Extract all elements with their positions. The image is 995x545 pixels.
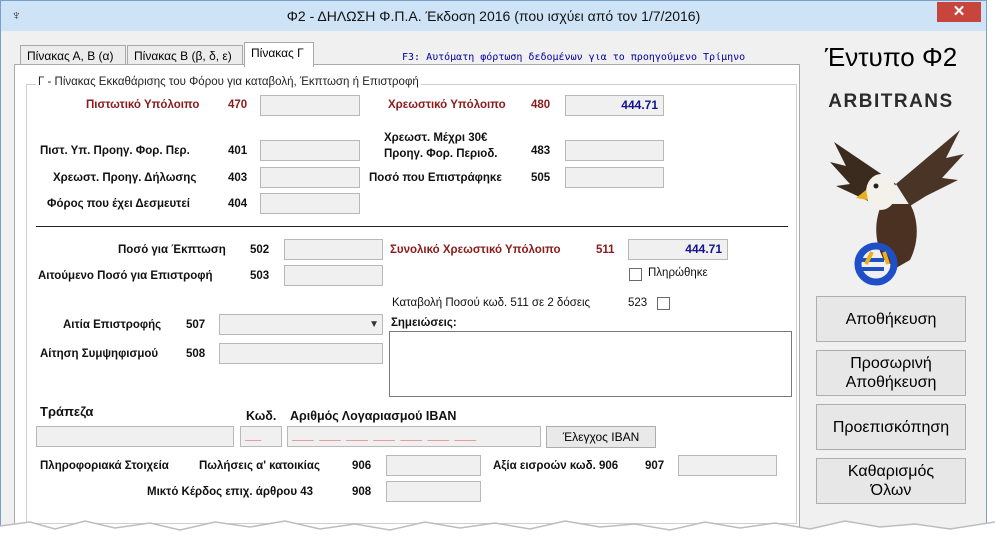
bank-code-label: Κωδ.: [246, 409, 277, 423]
brand-logo-text: ARBITRANS: [828, 91, 954, 112]
preview-button[interactable]: Προεπισκόπηση: [816, 404, 966, 450]
code-404: 404: [228, 198, 248, 210]
info-label: Πληροφοριακά Στοιχεία: [40, 460, 169, 472]
gross-profit-label: Μικτό Κέρδος επιχ. άρθρου 43: [147, 486, 314, 498]
bank-input[interactable]: [36, 426, 234, 447]
temp-save-button[interactable]: Προσωρινή Αποθήκευση: [816, 350, 966, 396]
refunded-label: Ποσό που Επιστράφηκε: [369, 172, 502, 184]
field-502[interactable]: [284, 239, 383, 260]
clear-all-button[interactable]: Καθαρισμός Όλων: [816, 458, 966, 504]
code-480: 480: [531, 99, 551, 111]
close-button[interactable]: ✕: [937, 2, 981, 22]
field-483[interactable]: [565, 140, 664, 161]
field-404[interactable]: [260, 193, 360, 214]
iban-input[interactable]: ____ ____ ____ ____ ____ ____ ____: [287, 426, 541, 447]
debit-balance-label: Χρεωστικό Υπόλοιπο: [388, 99, 506, 111]
code-507: 507: [186, 319, 206, 331]
refund-request-label: Αιτούμενο Ποσό για Επιστροφή: [38, 270, 213, 282]
field-505[interactable]: [565, 167, 664, 188]
bank-label: Τράπεζα: [40, 404, 94, 419]
code-505: 505: [531, 172, 551, 184]
field-906[interactable]: [386, 455, 481, 476]
reserved-tax-label: Φόρος που έχει Δεσμευτεί: [47, 198, 190, 210]
code-502: 502: [250, 244, 270, 256]
check-iban-button[interactable]: Έλεγχος IBAN: [546, 426, 656, 448]
tab-table-c[interactable]: Πίνακας Γ: [244, 42, 314, 67]
offset-request-label: Αίτηση Συμψηφισμού: [40, 348, 159, 360]
code-907: 907: [645, 460, 665, 472]
refund-reason-label: Αιτία Επιστροφής: [63, 319, 162, 331]
field-908[interactable]: [386, 481, 481, 502]
inputs-value-label: Αξία εισροών κωδ. 906: [493, 460, 619, 472]
code-508: 508: [186, 348, 206, 360]
field-470[interactable]: [260, 95, 360, 116]
field-503[interactable]: [284, 265, 383, 286]
window-title: Φ2 - ΔΗΛΩΣΗ Φ.Π.Α. Έκδοση 2016 (που ισχύ…: [286, 8, 701, 24]
f3-autoload-hint: F3: Αυτόματη φόρτωση δεδομένων για το πρ…: [402, 52, 746, 63]
code-511: 511: [596, 244, 615, 256]
credit-balance-label: Πιστωτικό Υπόλοιπο: [86, 99, 200, 111]
code-523: 523: [628, 297, 648, 309]
paid-checkbox[interactable]: [629, 268, 642, 281]
code-470: 470: [228, 99, 248, 111]
field-907[interactable]: [678, 455, 777, 476]
debit-30-label: Χρεωστ. Μέχρι 30€: [384, 132, 488, 144]
prev-credit-label: Πιστ. Υπ. Προηγ. Φορ. Περ.: [40, 145, 190, 157]
notes-label: Σημειώσεις:: [391, 317, 457, 329]
save-button[interactable]: Αποθήκευση: [816, 296, 966, 342]
section-separator: [36, 226, 788, 227]
prev-debit-label: Χρεωστ. Προηγ. Δήλωσης: [53, 172, 197, 184]
groupbox-title: Γ - Πίνακας Εκκαθάρισης του Φόρου για κα…: [36, 76, 421, 88]
chevron-down-icon: ▼: [369, 319, 379, 330]
primary-home-sales-label: Πωλήσεις α' κατοικίας: [199, 460, 320, 472]
torn-edge-decoration: [0, 520, 995, 545]
field-508[interactable]: [219, 343, 383, 364]
field-401[interactable]: [260, 140, 360, 161]
code-503: 503: [250, 270, 270, 282]
code-483: 483: [531, 145, 551, 157]
refund-reason-select[interactable]: ▼: [219, 314, 383, 335]
deduction-label: Ποσό για Έκπτωση: [118, 244, 226, 256]
iban-label: Αριθμός Λογαριασμού IBAN: [290, 409, 457, 423]
paid-label: Πληρώθηκε: [648, 267, 708, 279]
field-480[interactable]: 444.71: [565, 95, 664, 116]
code-906: 906: [352, 460, 372, 472]
code-403: 403: [228, 172, 248, 184]
field-403[interactable]: [260, 167, 360, 188]
debit-30-label-2: Προηγ. Φορ. Περιοδ.: [384, 148, 498, 160]
installments-label: Καταβολή Ποσού κωδ. 511 σε 2 δόσεις: [392, 297, 591, 309]
installments-checkbox[interactable]: [657, 297, 670, 310]
eagle-logo-icon: [830, 130, 964, 286]
title-bar: ♆ Φ2 - ΔΗΛΩΣΗ Φ.Π.Α. Έκδοση 2016 (που ισ…: [1, 1, 986, 31]
code-401: 401: [228, 145, 248, 157]
notes-textarea[interactable]: [389, 331, 792, 397]
bank-code-input[interactable]: ___: [240, 426, 282, 447]
total-debit-label: Συνολικό Χρεωστικό Υπόλοιπο: [390, 244, 561, 256]
form-title: Έντυπο Φ2: [824, 42, 958, 72]
code-908: 908: [352, 486, 372, 498]
field-511[interactable]: 444.71: [628, 239, 728, 260]
